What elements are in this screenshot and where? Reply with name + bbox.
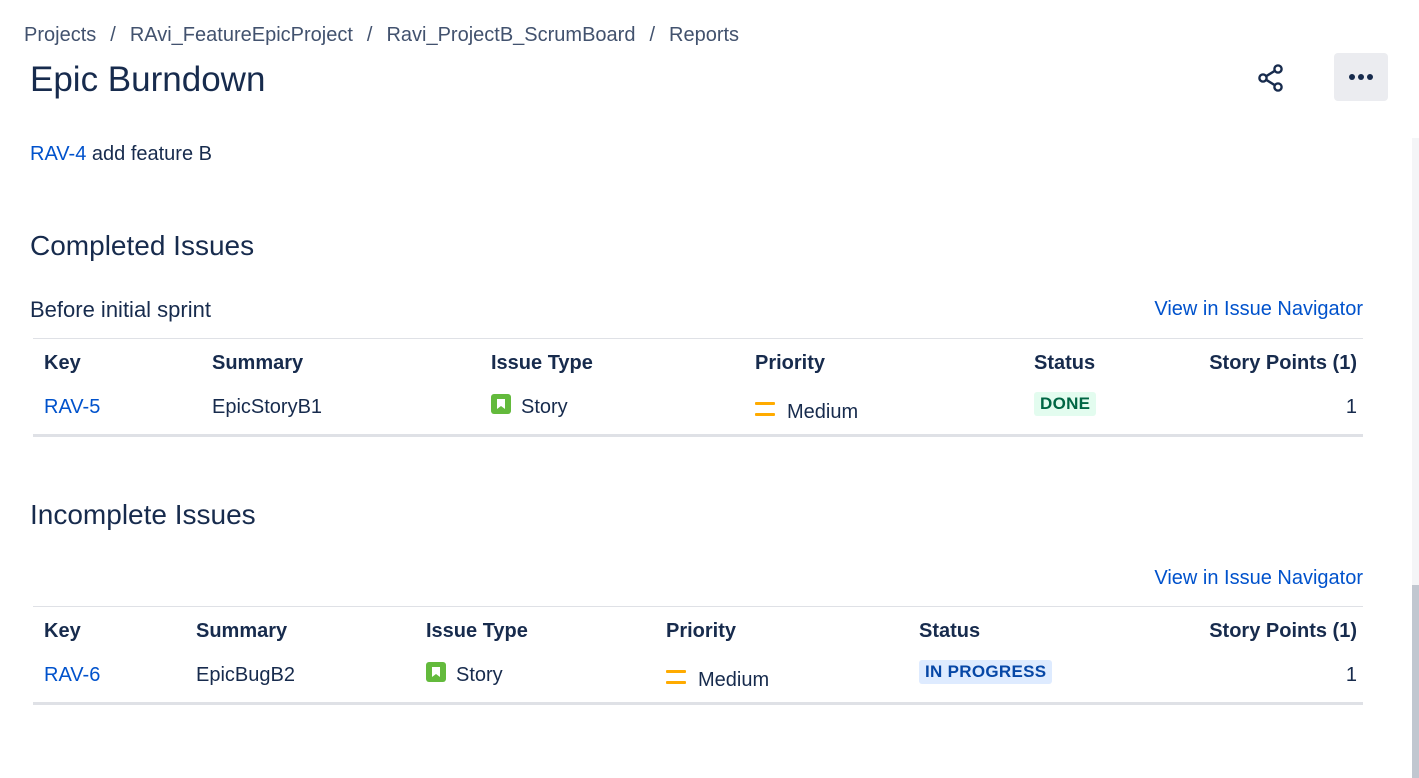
scrollbar-thumb[interactable] bbox=[1412, 585, 1419, 778]
table-row: RAV-6 EpicBugB2 Story Medium IN PROGRESS… bbox=[33, 653, 1363, 703]
priority-label: Medium bbox=[787, 400, 859, 423]
column-header-story-points[interactable]: Story Points (1) bbox=[1165, 339, 1363, 386]
priority-label: Medium bbox=[698, 668, 770, 691]
column-header-story-points[interactable]: Story Points (1) bbox=[1130, 607, 1363, 654]
priority-medium-icon bbox=[666, 670, 686, 684]
column-header-status[interactable]: Status bbox=[908, 607, 1130, 654]
breadcrumb-project[interactable]: RAvi_FeatureEpicProject bbox=[130, 24, 353, 47]
before-initial-sprint-heading: Before initial sprint bbox=[30, 297, 211, 322]
status-badge: DONE bbox=[1034, 392, 1097, 417]
issue-key-link[interactable]: RAV-5 bbox=[44, 396, 100, 418]
column-header-issue-type[interactable]: Issue Type bbox=[480, 339, 744, 386]
completed-issues-table: Key Summary Issue Type Priority Status S… bbox=[33, 338, 1363, 437]
issue-type-label: Story bbox=[456, 663, 503, 686]
breadcrumb-projects[interactable]: Projects bbox=[24, 24, 96, 47]
column-header-key[interactable]: Key bbox=[33, 339, 201, 386]
share-icon bbox=[1258, 64, 1283, 92]
breadcrumb: Projects / RAvi_FeatureEpicProject / Rav… bbox=[24, 24, 739, 47]
epic-key-link[interactable]: RAV-4 bbox=[30, 143, 86, 165]
epic-info: RAV-4 add feature B bbox=[30, 143, 212, 166]
column-header-issue-type[interactable]: Issue Type bbox=[415, 607, 655, 654]
issue-type-label: Story bbox=[521, 395, 568, 418]
more-horizontal-icon bbox=[1349, 74, 1373, 80]
breadcrumb-reports[interactable]: Reports bbox=[669, 24, 739, 47]
story-points: 1 bbox=[1345, 663, 1357, 686]
priority-medium-icon bbox=[755, 402, 775, 416]
table-row: RAV-5 EpicStoryB1 Story Medium DONE 1 bbox=[33, 385, 1363, 435]
status-badge: IN PROGRESS bbox=[919, 660, 1053, 685]
view-in-issue-navigator-link[interactable]: View in Issue Navigator bbox=[1154, 567, 1363, 590]
epic-summary: add feature B bbox=[91, 143, 212, 165]
issue-priority: Medium bbox=[755, 401, 858, 424]
share-button[interactable] bbox=[1248, 56, 1294, 100]
column-header-key[interactable]: Key bbox=[33, 607, 185, 654]
table-header-row: Key Summary Issue Type Priority Status S… bbox=[33, 606, 1363, 654]
issue-type: Story bbox=[426, 662, 503, 687]
column-header-status[interactable]: Status bbox=[1023, 339, 1165, 386]
completed-issues-heading: Completed Issues bbox=[30, 230, 255, 261]
issue-priority: Medium bbox=[666, 669, 769, 692]
column-header-summary[interactable]: Summary bbox=[185, 607, 415, 654]
epic-burndown-page: Projects / RAvi_FeatureEpicProject / Rav… bbox=[0, 0, 1419, 778]
column-header-priority[interactable]: Priority bbox=[744, 339, 1023, 386]
table-header-row: Key Summary Issue Type Priority Status S… bbox=[33, 338, 1363, 386]
breadcrumb-separator: / bbox=[649, 24, 656, 46]
story-icon bbox=[426, 662, 446, 682]
breadcrumb-board[interactable]: Ravi_ProjectB_ScrumBoard bbox=[386, 24, 635, 47]
column-header-summary[interactable]: Summary bbox=[201, 339, 480, 386]
incomplete-issues-heading: Incomplete Issues bbox=[30, 499, 256, 530]
issue-key-link[interactable]: RAV-6 bbox=[44, 664, 100, 686]
issue-type: Story bbox=[491, 394, 568, 419]
column-header-priority[interactable]: Priority bbox=[655, 607, 908, 654]
story-points: 1 bbox=[1345, 395, 1357, 418]
incomplete-issues-table: Key Summary Issue Type Priority Status S… bbox=[33, 606, 1363, 705]
view-in-issue-navigator-link[interactable]: View in Issue Navigator bbox=[1154, 298, 1363, 321]
breadcrumb-separator: / bbox=[110, 24, 116, 46]
breadcrumb-separator: / bbox=[366, 24, 373, 46]
more-actions-button[interactable] bbox=[1334, 53, 1388, 101]
issue-summary: EpicStoryB1 bbox=[212, 395, 323, 418]
issue-summary: EpicBugB2 bbox=[196, 663, 295, 686]
story-icon bbox=[491, 394, 511, 414]
page-title: Epic Burndown bbox=[30, 60, 266, 99]
